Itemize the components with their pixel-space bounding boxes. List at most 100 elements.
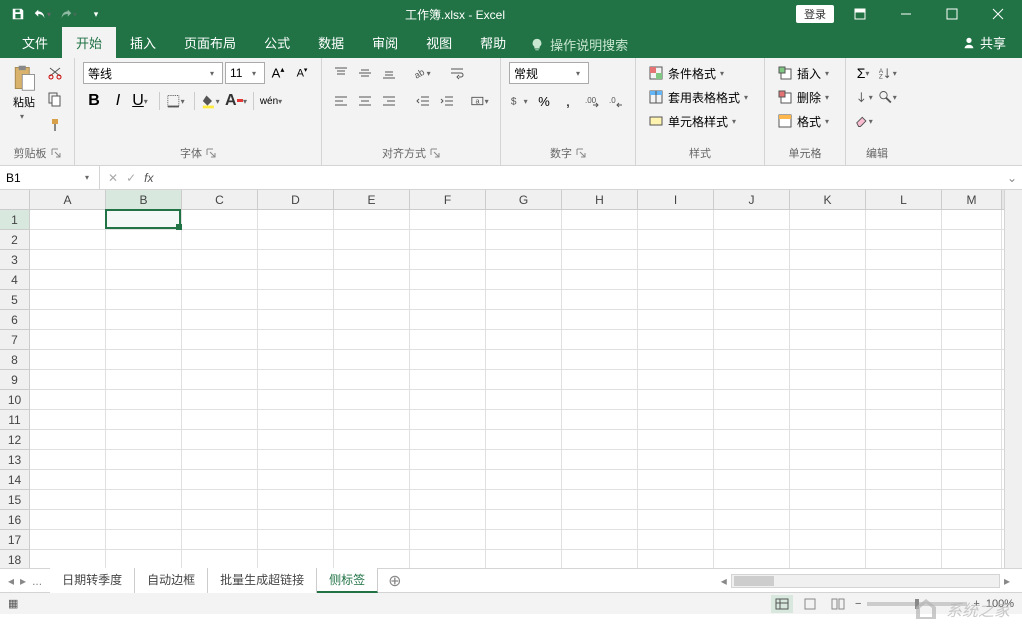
- cell-K5[interactable]: [790, 290, 866, 309]
- cell-B5[interactable]: [106, 290, 182, 309]
- sheet-tab-1[interactable]: 自动边框: [135, 568, 208, 593]
- cell-F5[interactable]: [410, 290, 486, 309]
- cell-I13[interactable]: [638, 450, 714, 469]
- maximize-button[interactable]: [932, 1, 972, 27]
- clipboard-launcher[interactable]: [51, 148, 61, 158]
- formula-input[interactable]: [161, 166, 1002, 189]
- cell-I5[interactable]: [638, 290, 714, 309]
- cell-E14[interactable]: [334, 470, 410, 489]
- cell-A12[interactable]: [30, 430, 106, 449]
- cell-A17[interactable]: [30, 530, 106, 549]
- cell-K4[interactable]: [790, 270, 866, 289]
- cell-K9[interactable]: [790, 370, 866, 389]
- merge-center-button[interactable]: a▾: [470, 90, 492, 112]
- cell-F9[interactable]: [410, 370, 486, 389]
- cell-H5[interactable]: [562, 290, 638, 309]
- cell-C7[interactable]: [182, 330, 258, 349]
- cell-E17[interactable]: [334, 530, 410, 549]
- cell-K8[interactable]: [790, 350, 866, 369]
- cell-A4[interactable]: [30, 270, 106, 289]
- cell-D18[interactable]: [258, 550, 334, 568]
- cell-B13[interactable]: [106, 450, 182, 469]
- cell-M6[interactable]: [942, 310, 1002, 329]
- cell-D3[interactable]: [258, 250, 334, 269]
- cell-M14[interactable]: [942, 470, 1002, 489]
- close-button[interactable]: [978, 1, 1018, 27]
- cell-C8[interactable]: [182, 350, 258, 369]
- cell-A2[interactable]: [30, 230, 106, 249]
- cell-G11[interactable]: [486, 410, 562, 429]
- cell-M12[interactable]: [942, 430, 1002, 449]
- sheet-tab-3[interactable]: 侧标签: [317, 568, 378, 593]
- cell-J4[interactable]: [714, 270, 790, 289]
- expand-formula-bar-button[interactable]: ⌄: [1002, 171, 1022, 185]
- font-launcher[interactable]: [206, 148, 216, 158]
- cell-H12[interactable]: [562, 430, 638, 449]
- cell-H4[interactable]: [562, 270, 638, 289]
- cell-B2[interactable]: [106, 230, 182, 249]
- cell-G13[interactable]: [486, 450, 562, 469]
- cell-C15[interactable]: [182, 490, 258, 509]
- cell-H10[interactable]: [562, 390, 638, 409]
- cell-J10[interactable]: [714, 390, 790, 409]
- cell-K12[interactable]: [790, 430, 866, 449]
- cell-J11[interactable]: [714, 410, 790, 429]
- cell-K15[interactable]: [790, 490, 866, 509]
- cell-E5[interactable]: [334, 290, 410, 309]
- phonetic-button[interactable]: wén▾: [260, 90, 282, 112]
- cell-F6[interactable]: [410, 310, 486, 329]
- cell-B16[interactable]: [106, 510, 182, 529]
- cell-F13[interactable]: [410, 450, 486, 469]
- cell-H1[interactable]: [562, 210, 638, 229]
- cell-G17[interactable]: [486, 530, 562, 549]
- cell-F15[interactable]: [410, 490, 486, 509]
- cell-M18[interactable]: [942, 550, 1002, 568]
- row-header-6[interactable]: 6: [0, 310, 30, 330]
- cell-K13[interactable]: [790, 450, 866, 469]
- cell-G16[interactable]: [486, 510, 562, 529]
- zoom-in-button[interactable]: +: [973, 598, 979, 610]
- font-color-button[interactable]: A▾: [225, 90, 247, 112]
- cell-J8[interactable]: [714, 350, 790, 369]
- cell-K14[interactable]: [790, 470, 866, 489]
- cell-D16[interactable]: [258, 510, 334, 529]
- cell-D6[interactable]: [258, 310, 334, 329]
- cell-E10[interactable]: [334, 390, 410, 409]
- cell-D13[interactable]: [258, 450, 334, 469]
- cell-L8[interactable]: [866, 350, 942, 369]
- cell-D15[interactable]: [258, 490, 334, 509]
- cell-M3[interactable]: [942, 250, 1002, 269]
- format-as-table-button[interactable]: 套用表格格式▾: [644, 86, 756, 108]
- cell-J7[interactable]: [714, 330, 790, 349]
- cell-M1[interactable]: [942, 210, 1002, 229]
- cell-L2[interactable]: [866, 230, 942, 249]
- cell-B8[interactable]: [106, 350, 182, 369]
- cell-E1[interactable]: [334, 210, 410, 229]
- cell-G3[interactable]: [486, 250, 562, 269]
- cell-M7[interactable]: [942, 330, 1002, 349]
- cell-J6[interactable]: [714, 310, 790, 329]
- sheet-nav-prev[interactable]: ◂: [8, 574, 14, 588]
- tab-view[interactable]: 视图: [412, 27, 466, 58]
- cell-I12[interactable]: [638, 430, 714, 449]
- conditional-format-button[interactable]: 条件格式▾: [644, 62, 756, 84]
- cell-G1[interactable]: [486, 210, 562, 229]
- cell-H13[interactable]: [562, 450, 638, 469]
- cell-L5[interactable]: [866, 290, 942, 309]
- normal-view-button[interactable]: [771, 595, 793, 613]
- cell-G15[interactable]: [486, 490, 562, 509]
- wrap-text-button[interactable]: [446, 62, 468, 84]
- italic-button[interactable]: I: [107, 90, 129, 112]
- cell-K7[interactable]: [790, 330, 866, 349]
- cell-D17[interactable]: [258, 530, 334, 549]
- cell-L9[interactable]: [866, 370, 942, 389]
- cell-H18[interactable]: [562, 550, 638, 568]
- row-header-8[interactable]: 8: [0, 350, 30, 370]
- cell-A16[interactable]: [30, 510, 106, 529]
- row-header-1[interactable]: 1: [0, 210, 30, 230]
- sheet-nav-more[interactable]: ...: [32, 574, 42, 588]
- cell-C17[interactable]: [182, 530, 258, 549]
- cell-M15[interactable]: [942, 490, 1002, 509]
- cell-styles-button[interactable]: 单元格样式▾: [644, 110, 756, 132]
- cell-I18[interactable]: [638, 550, 714, 568]
